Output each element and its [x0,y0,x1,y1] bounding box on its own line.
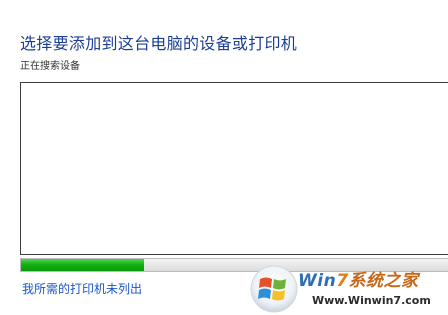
add-device-dialog: 选择要添加到这台电脑的设备或打印机 正在搜索设备 我所需的打印机未列出 Win7… [0,0,448,315]
device-list[interactable] [20,82,448,255]
windows-logo-icon [250,265,298,313]
watermark-brand-cn: 系统之家 [348,271,419,291]
printer-not-listed-link[interactable]: 我所需的打印机未列出 [22,280,142,297]
watermark-brand-win: Win [298,271,337,291]
search-progress-fill [21,259,144,271]
watermark-brand-7: 7 [336,271,349,291]
site-watermark: Win7系统之家 Www.Winwin7.com [248,262,448,315]
page-title: 选择要添加到这台电脑的设备或打印机 [20,34,298,53]
watermark-url: Www.Winwin7.com [312,294,431,307]
search-status-text: 正在搜索设备 [20,61,80,72]
watermark-brand: Win7系统之家 [298,266,419,291]
